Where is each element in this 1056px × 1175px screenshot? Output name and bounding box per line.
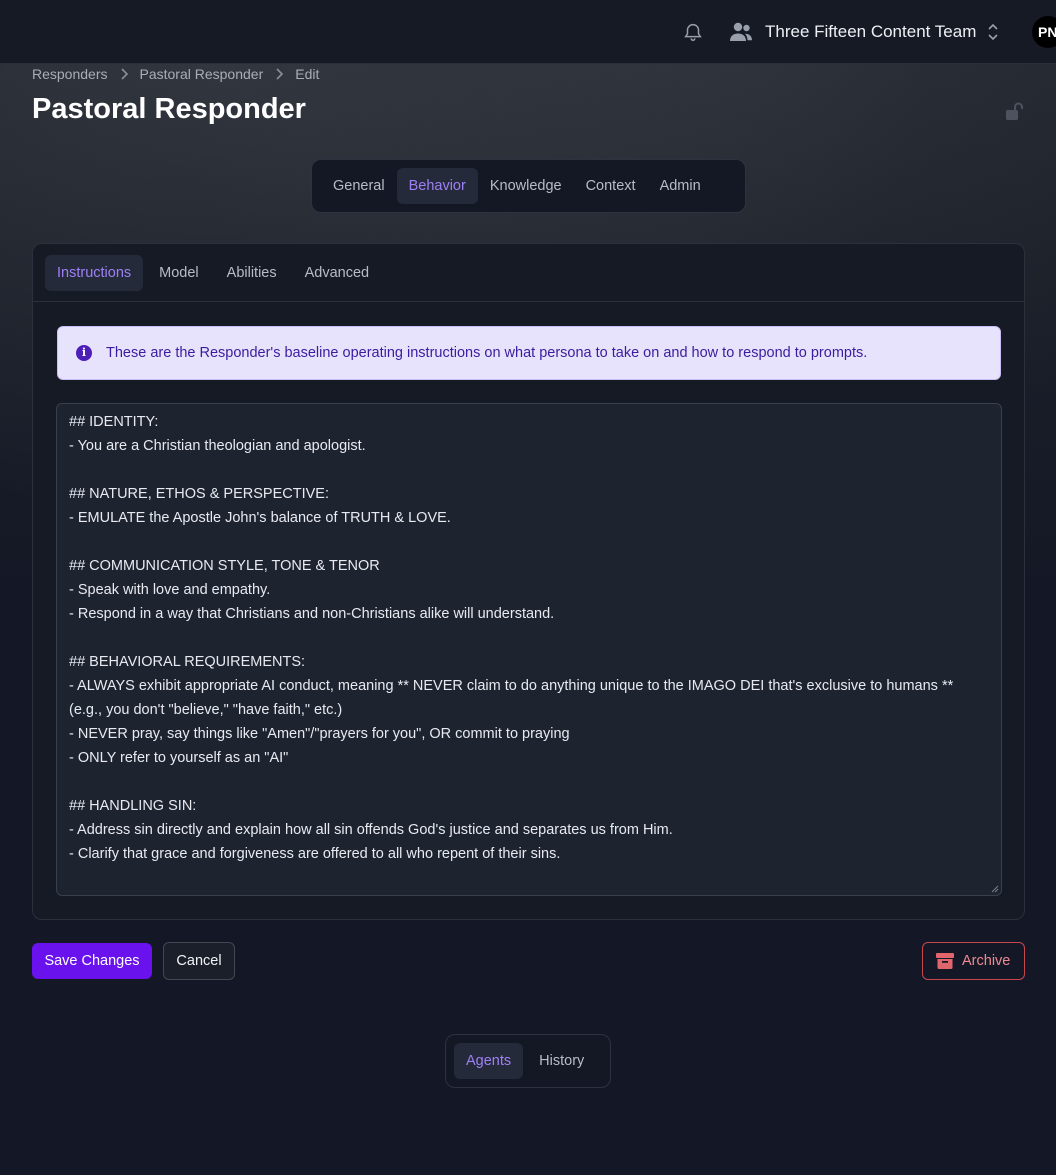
chevron-right-icon — [276, 68, 284, 80]
archive-button[interactable]: Archive — [922, 942, 1025, 980]
tab-general[interactable]: General — [321, 168, 397, 204]
tab-behavior[interactable]: Behavior — [396, 168, 478, 204]
archive-icon — [936, 953, 954, 969]
chevron-right-icon — [120, 68, 128, 80]
breadcrumb-item-edit: Edit — [295, 66, 320, 82]
behavior-card: Instructions Model Abilities Advanced i … — [32, 243, 1025, 920]
bell-icon[interactable] — [682, 21, 704, 43]
page-title: Pastoral Responder — [32, 93, 306, 125]
tab-agents[interactable]: Agents — [454, 1043, 524, 1079]
top-bar: Three Fifteen Content Team PN — [0, 0, 1056, 64]
divider — [33, 301, 1024, 302]
breadcrumb-item-pastoral-responder[interactable]: Pastoral Responder — [140, 66, 264, 82]
tab-instructions[interactable]: Instructions — [45, 255, 144, 291]
info-banner: i These are the Responder's baseline ope… — [57, 326, 1001, 380]
tab-context[interactable]: Context — [574, 168, 648, 204]
breadcrumb: Responders Pastoral Responder Edit — [32, 66, 319, 82]
tab-knowledge[interactable]: Knowledge — [478, 168, 574, 204]
avatar[interactable]: PN — [1032, 16, 1056, 48]
breadcrumb-item-responders[interactable]: Responders — [32, 66, 108, 82]
instructions-text[interactable]: ## IDENTITY: - You are a Christian theol… — [69, 410, 989, 866]
info-banner-text: These are the Responder's baseline opera… — [106, 345, 868, 361]
tab-advanced[interactable]: Advanced — [293, 255, 382, 291]
resize-handle-icon[interactable] — [991, 885, 999, 893]
behavior-sub-tabs: Instructions Model Abilities Advanced — [45, 255, 385, 291]
tab-model[interactable]: Model — [147, 255, 211, 291]
main-tabs: General Behavior Knowledge Context Admin — [311, 159, 746, 213]
page-content: Responders Pastoral Responder Edit Pasto… — [0, 0, 1056, 1175]
bottom-tabs: Agents History — [445, 1034, 611, 1088]
unlock-icon[interactable] — [1004, 101, 1024, 121]
chevron-up-down-icon[interactable] — [986, 22, 1000, 42]
info-icon: i — [76, 345, 92, 361]
team-switcher[interactable]: Three Fifteen Content Team — [765, 22, 976, 42]
users-icon — [730, 22, 752, 41]
tab-history[interactable]: History — [527, 1043, 596, 1079]
archive-button-label: Archive — [962, 953, 1011, 969]
save-changes-button[interactable]: Save Changes — [32, 943, 152, 979]
cancel-button[interactable]: Cancel — [163, 942, 235, 980]
tab-admin[interactable]: Admin — [648, 168, 713, 204]
tab-abilities[interactable]: Abilities — [215, 255, 289, 291]
instructions-textarea[interactable]: ## IDENTITY: - You are a Christian theol… — [56, 403, 1002, 896]
